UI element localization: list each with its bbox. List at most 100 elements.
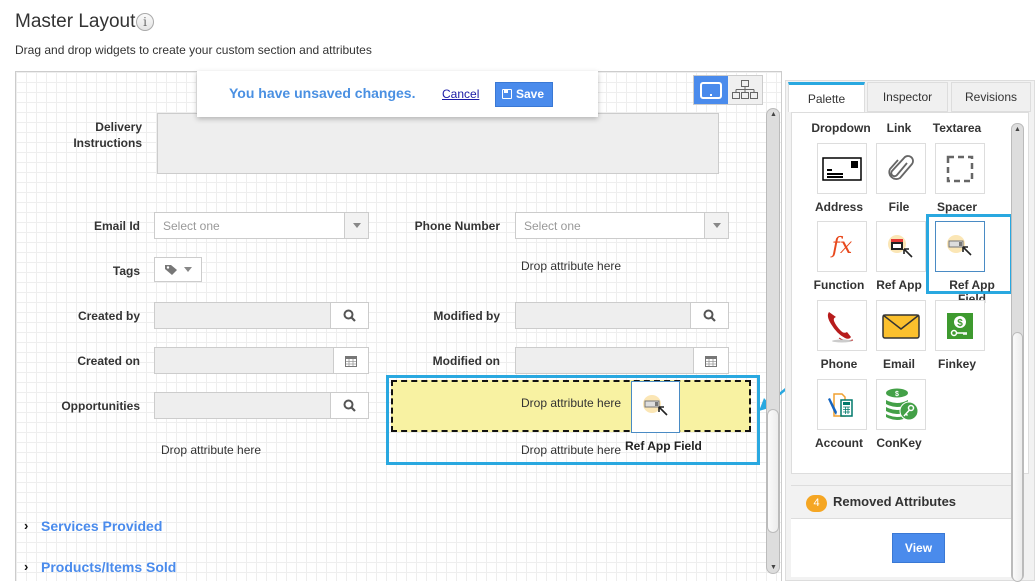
scroll-down-icon[interactable]: ▼: [770, 564, 777, 571]
svg-text:$: $: [957, 318, 963, 329]
created-by-field[interactable]: [155, 303, 331, 328]
widget-address[interactable]: [817, 143, 867, 194]
widget-finkey[interactable]: $: [935, 300, 985, 351]
caret-down-icon: [184, 267, 192, 272]
canvas-scrollbar[interactable]: ▲ ▼: [766, 108, 780, 574]
search-button[interactable]: [331, 303, 368, 328]
tablet-icon: [700, 81, 722, 99]
removed-count-badge: 4: [806, 495, 827, 512]
widget-label-ref-app: Ref App: [876, 278, 922, 292]
widget-label-conkey: ConKey: [876, 436, 922, 450]
widget-spacer[interactable]: [935, 143, 985, 194]
calendar-icon: [705, 355, 717, 367]
widget-file[interactable]: [876, 143, 926, 194]
removed-attributes-title: Removed Attributes: [833, 494, 957, 509]
widget-conkey[interactable]: $: [876, 379, 926, 430]
floppy-disk-icon: [502, 89, 512, 99]
widget-account[interactable]: [817, 379, 867, 430]
scroll-up-icon[interactable]: ▲: [770, 111, 777, 118]
delivery-label-line2: Instructions: [73, 136, 142, 150]
phone-number-select[interactable]: Select one: [515, 212, 729, 239]
tab-revisions[interactable]: Revisions: [951, 82, 1031, 112]
email-id-select[interactable]: Select one: [154, 212, 369, 239]
email-id-placeholder: Select one: [163, 219, 220, 233]
page-title: Master Layout: [15, 11, 136, 32]
widget-label-finkey: Finkey: [937, 357, 976, 371]
calendar-button[interactable]: [334, 348, 368, 373]
function-icon: fx: [831, 234, 853, 259]
delivery-label-line1: Delivery: [95, 120, 142, 134]
delivery-instructions-label: Delivery Instructions: [22, 119, 142, 151]
email-id-label: Email Id: [93, 219, 140, 233]
section-services-provided[interactable]: Services Provided: [41, 518, 162, 534]
search-icon: [343, 309, 356, 322]
modified-on-field[interactable]: [516, 348, 694, 373]
info-icon[interactable]: i: [136, 13, 154, 31]
calendar-icon: [345, 355, 357, 367]
created-by-label: Created by: [77, 309, 140, 323]
modified-by-label: Modified by: [433, 309, 500, 323]
drop-zone-text: Drop attribute here: [521, 396, 622, 410]
delivery-instructions-textarea[interactable]: [157, 113, 719, 174]
created-on-datepicker[interactable]: [154, 347, 369, 374]
widget-phone[interactable]: [817, 300, 867, 351]
address-card-icon: [822, 156, 862, 181]
phone-icon: [827, 311, 854, 342]
search-button[interactable]: [691, 303, 728, 328]
ref-app-field-icon: [642, 395, 668, 416]
hierarchy-view-button[interactable]: [728, 76, 762, 104]
modified-by-lookup[interactable]: [515, 302, 729, 329]
created-on-label: Created on: [77, 354, 140, 368]
palette-scrollbar-thumb[interactable]: [1012, 332, 1023, 582]
scroll-up-icon[interactable]: ▲: [1014, 126, 1021, 133]
modified-on-datepicker[interactable]: [515, 347, 729, 374]
search-button[interactable]: [331, 393, 368, 418]
finkey-icon: $: [947, 312, 973, 339]
tab-inspector[interactable]: Inspector: [867, 82, 948, 112]
tab-palette[interactable]: Palette: [788, 82, 865, 112]
tablet-view-button[interactable]: [694, 76, 728, 104]
ref-app-icon: [888, 234, 913, 258]
save-button[interactable]: Save: [495, 82, 553, 107]
save-label: Save: [516, 87, 545, 101]
drop-zone-text: Drop attribute here: [161, 443, 262, 457]
svg-text:$: $: [895, 391, 899, 398]
search-icon: [703, 309, 716, 322]
widget-function[interactable]: fx: [817, 221, 867, 272]
chevron-down-icon[interactable]: [344, 213, 368, 238]
opportunities-field[interactable]: [155, 393, 331, 418]
view-toggle: [693, 75, 763, 105]
widget-ref-app[interactable]: [876, 221, 926, 272]
tags-label: Tags: [112, 264, 140, 278]
spacer-icon: [946, 155, 974, 182]
chevron-down-icon[interactable]: [704, 213, 728, 238]
search-icon: [343, 399, 356, 412]
drag-ghost-label: Ref App Field: [625, 439, 702, 453]
modified-by-field[interactable]: [516, 303, 691, 328]
tags-dropdown-button[interactable]: [154, 257, 202, 282]
created-by-lookup[interactable]: [154, 302, 369, 329]
drag-ghost-widget[interactable]: [631, 381, 680, 433]
page-subtitle: Drag and drop widgets to create your cus…: [15, 43, 372, 57]
cancel-link[interactable]: Cancel: [442, 87, 479, 101]
chevron-right-icon[interactable]: ›: [24, 559, 28, 574]
drop-zone-text: Drop attribute here: [521, 259, 622, 273]
widget-label-spacer: Spacer: [936, 200, 978, 214]
view-removed-button[interactable]: View: [892, 533, 945, 563]
opportunities-lookup[interactable]: [154, 392, 369, 419]
unsaved-changes-bar: You have unsaved changes. Cancel Save: [197, 71, 598, 117]
account-icon: [828, 392, 853, 417]
phone-number-placeholder: Select one: [524, 219, 581, 233]
calendar-button[interactable]: [694, 348, 728, 373]
created-on-field[interactable]: [155, 348, 334, 373]
chevron-right-icon[interactable]: ›: [24, 518, 28, 533]
hierarchy-icon: [732, 80, 758, 99]
modified-on-label: Modified on: [432, 354, 500, 368]
canvas-scrollbar-thumb[interactable]: [767, 409, 779, 533]
widget-label-textarea: Textarea: [932, 121, 982, 135]
widget-email[interactable]: [876, 300, 926, 351]
palette-scrollbar[interactable]: ▲: [1011, 123, 1024, 582]
unsaved-message: You have unsaved changes.: [229, 85, 416, 101]
section-products-items-sold[interactable]: Products/Items Sold: [41, 559, 176, 575]
paperclip-icon: [888, 154, 914, 180]
